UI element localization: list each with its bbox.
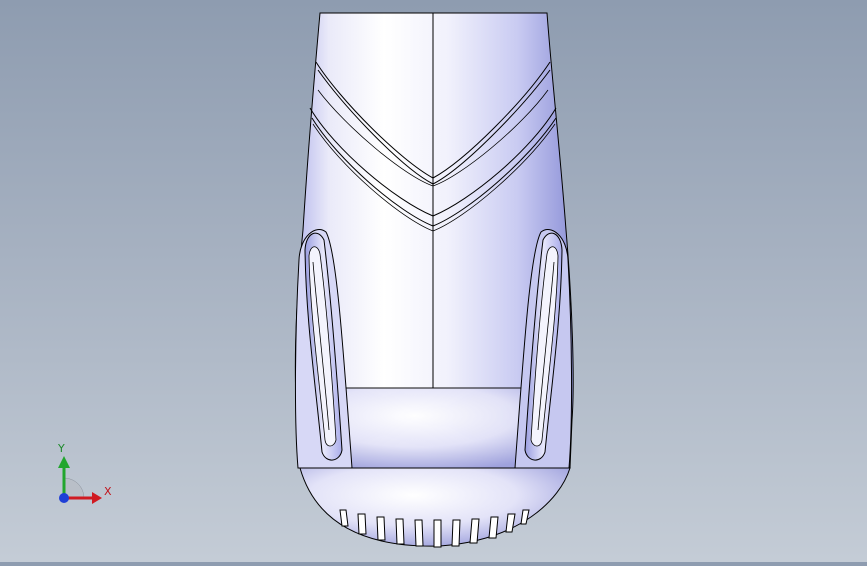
graphics-viewport[interactable]: Y X: [0, 0, 867, 562]
y-axis-label: Y: [58, 442, 65, 455]
coordinate-triad: Y X: [44, 440, 114, 510]
model-view[interactable]: [0, 0, 867, 562]
x-axis-label: X: [104, 485, 112, 498]
triad-icon: [58, 456, 102, 504]
